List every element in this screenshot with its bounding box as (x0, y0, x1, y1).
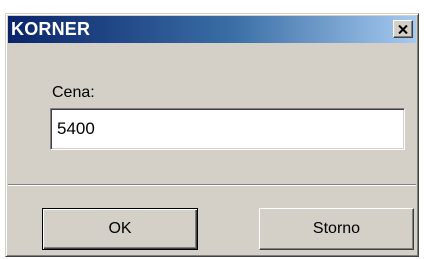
separator (8, 184, 416, 186)
close-icon (398, 24, 408, 34)
title-bar[interactable]: KORNER (8, 16, 416, 43)
close-button[interactable] (393, 20, 413, 38)
ok-button[interactable]: OK (42, 208, 198, 250)
window-title: KORNER (11, 19, 91, 39)
price-input[interactable] (50, 108, 405, 150)
price-label: Cena: (52, 84, 95, 101)
dialog-window: KORNER Cena: OK Storno (5, 13, 419, 257)
cancel-button[interactable]: Storno (259, 208, 414, 250)
